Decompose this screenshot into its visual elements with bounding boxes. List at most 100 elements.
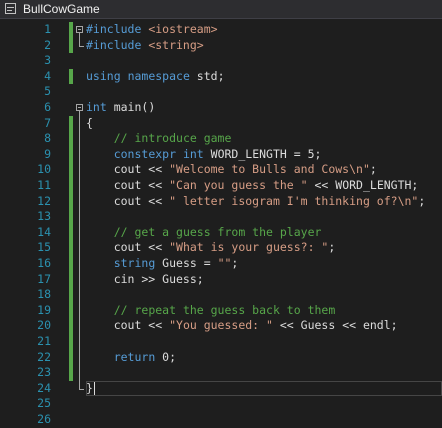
- code-line[interactable]: 19 // repeat the guess back to them: [0, 303, 442, 319]
- code-line[interactable]: 8 // introduce game: [0, 131, 442, 147]
- line-number: 9: [44, 146, 51, 161]
- code-token: // introduce game: [113, 131, 232, 146]
- code-token: std;: [189, 68, 225, 83]
- code-text: constexpr int WORD_LENGTH = 5;: [86, 146, 322, 163]
- code-line[interactable]: 23: [0, 365, 442, 381]
- code-token: ;: [328, 240, 336, 255]
- code-token: "Welcome to Bulls and Cows\n": [169, 162, 370, 177]
- code-editor[interactable]: 1 #include <iostream> 2 #include <string> 3 4…: [0, 19, 442, 426]
- code-text: #include <string>: [86, 38, 204, 54]
- code-token: return: [113, 349, 156, 364]
- code-line[interactable]: 3: [0, 53, 442, 69]
- text-caret: [94, 381, 95, 395]
- code-line[interactable]: 5: [0, 84, 442, 100]
- line-number: 22: [37, 349, 51, 364]
- code-line[interactable]: 12 cout << " letter isogram I'm thinking…: [0, 194, 442, 210]
- code-text: int main(): [86, 100, 155, 116]
- code-text: return 0;: [86, 350, 176, 366]
- code-text: // repeat the guess back to them: [86, 302, 336, 319]
- code-line[interactable]: 10 cout << "Welcome to Bulls and Cows\n"…: [0, 162, 442, 178]
- line-number: 2: [44, 37, 51, 52]
- code-line[interactable]: 9 constexpr int WORD_LENGTH = 5;: [0, 147, 442, 163]
- code-token: // repeat the guess back to them: [113, 302, 336, 317]
- line-number: 12: [37, 193, 51, 208]
- line-number: 18: [37, 287, 51, 302]
- code-token: "Can you guess the ": [169, 178, 308, 192]
- code-token: ;: [369, 162, 377, 177]
- line-number: 23: [37, 365, 51, 380]
- code-line[interactable]: 26: [0, 412, 442, 428]
- code-text: cout << "Welcome to Bulls and Cows\n";: [86, 162, 377, 178]
- line-number: 10: [37, 162, 51, 177]
- collapse-icon[interactable]: [76, 104, 83, 111]
- code-token: #include: [86, 22, 149, 36]
- line-number: 24: [37, 380, 51, 395]
- code-token: cout <<: [86, 240, 170, 255]
- code-token: namespace: [127, 68, 190, 83]
- code-line[interactable]: 2 #include <string>: [0, 38, 442, 54]
- code-line[interactable]: 17 cin >> Guess;: [0, 272, 442, 288]
- code-token: 0;: [155, 349, 177, 364]
- code-text: cin >> Guess;: [86, 272, 204, 288]
- code-token: int: [86, 100, 107, 114]
- current-line-highlight: [86, 380, 442, 396]
- code-token: #include: [86, 37, 149, 52]
- line-number: 6: [44, 100, 51, 114]
- code-line[interactable]: 16 string Guess = "";: [0, 256, 442, 272]
- code-text: cout << "What is your guess?: ";: [86, 240, 336, 256]
- code-line[interactable]: 15 cout << "What is your guess?: ";: [0, 240, 442, 256]
- editor-tab[interactable]: BullCowGame: [0, 0, 442, 19]
- code-line[interactable]: 25: [0, 396, 442, 412]
- code-text: cout << " letter isogram I'm thinking of…: [86, 193, 426, 210]
- line-number: 26: [37, 412, 51, 426]
- line-number: 16: [37, 256, 51, 270]
- code-token: cout <<: [86, 162, 170, 177]
- code-token: <string>: [148, 37, 204, 52]
- line-number: 11: [37, 178, 51, 192]
- code-line[interactable]: 18: [0, 287, 442, 303]
- code-line[interactable]: 21: [0, 334, 442, 350]
- cpp-project-icon: [4, 2, 18, 16]
- code-text: {: [86, 116, 93, 132]
- code-text: using namespace std;: [86, 69, 225, 85]
- code-token: ;: [231, 256, 239, 270]
- code-token: <iostream>: [148, 22, 218, 36]
- code-line[interactable]: 7{: [0, 116, 442, 132]
- line-number: 19: [37, 302, 51, 317]
- code-token: WORD_LENGTH = 5;: [203, 146, 322, 161]
- line-number: 8: [44, 131, 51, 146]
- code-line[interactable]: 22 return 0;: [0, 350, 442, 366]
- code-token: << Guess << endl;: [272, 318, 398, 333]
- code-token: cout <<: [86, 178, 170, 192]
- code-text: cout << "You guessed: " << Guess << endl…: [86, 318, 398, 334]
- code-line[interactable]: 14 // get a guess from the player: [0, 225, 442, 241]
- code-line[interactable]: 20 cout << "You guessed: " << Guess << e…: [0, 318, 442, 334]
- code-token: " letter isogram I'm thinking of?\n": [169, 193, 419, 208]
- code-line[interactable]: 1 #include <iostream>: [0, 22, 442, 38]
- code-token: using: [86, 68, 121, 83]
- code-text: // introduce game: [86, 131, 232, 147]
- code-token: cout <<: [86, 318, 170, 333]
- code-line[interactable]: 11 cout << "Can you guess the " << WORD_…: [0, 178, 442, 194]
- line-number: 7: [44, 115, 51, 130]
- code-token: ;: [418, 193, 426, 208]
- code-token: "What is your guess?: ": [169, 240, 329, 255]
- collapse-icon[interactable]: [76, 26, 83, 33]
- line-number: 25: [37, 396, 51, 411]
- line-number: 3: [44, 53, 51, 68]
- code-token: {: [86, 115, 93, 130]
- line-number: 1: [44, 22, 51, 36]
- window-title: BullCowGame: [23, 2, 100, 16]
- code-token: Guess =: [155, 256, 218, 270]
- code-line[interactable]: 6 int main(): [0, 100, 442, 116]
- code-line[interactable]: 13: [0, 209, 442, 225]
- code-line[interactable]: 4 using namespace std;: [0, 69, 442, 85]
- line-number: 13: [37, 209, 51, 224]
- code-token: constexpr: [113, 146, 177, 161]
- fold-guide: [79, 33, 80, 46]
